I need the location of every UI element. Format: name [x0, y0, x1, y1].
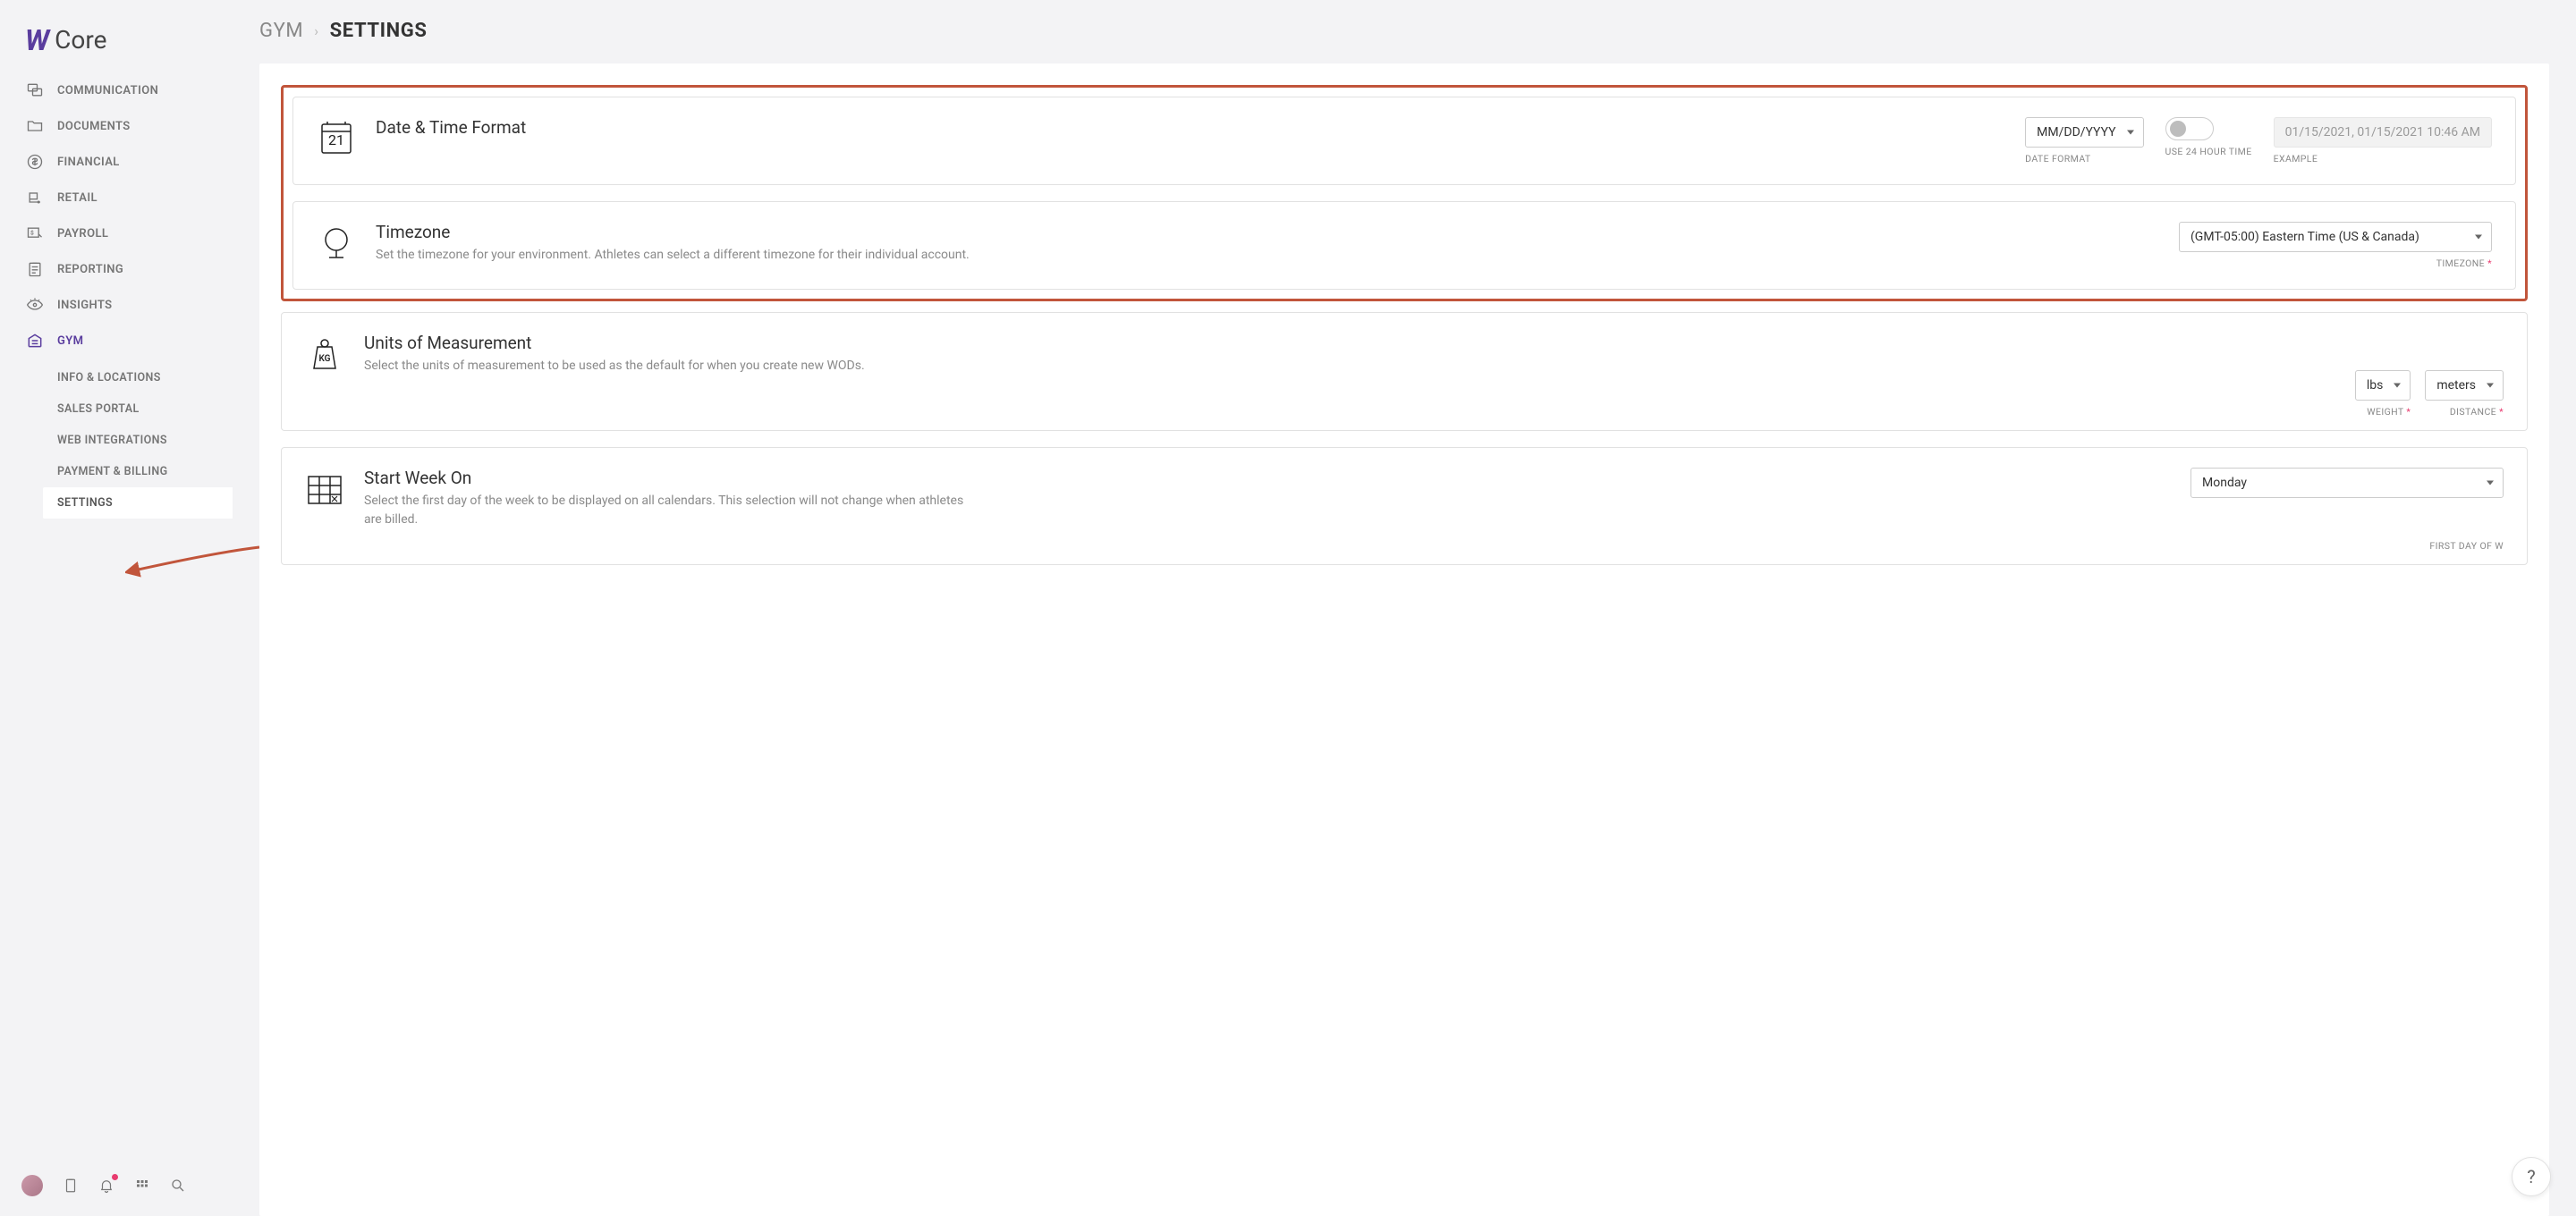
clipboard-icon [25, 260, 45, 278]
calendar-grid-icon [305, 468, 344, 509]
example-readonly: 01/15/2021, 01/15/2021 10:46 AM [2274, 117, 2492, 148]
sidebar: W Core COMMUNICATION DOCUMENTS FINANCI [0, 0, 233, 1216]
nav-item-payroll[interactable]: $ PAYROLL [0, 215, 233, 251]
nav-item-retail[interactable]: RETAIL [0, 180, 233, 215]
nav-item-reporting[interactable]: REPORTING [0, 251, 233, 287]
clipboard-icon[interactable] [63, 1178, 79, 1194]
date-format-label: DATE FORMAT [2025, 153, 2143, 165]
date-format-select[interactable]: MM/DD/YYYY [2025, 117, 2143, 148]
nav-item-insights[interactable]: INSIGHTS [0, 287, 233, 323]
subnav-item-settings[interactable]: SETTINGS [43, 487, 233, 519]
nav-item-label: FINANCIAL [57, 156, 120, 169]
nav-item-communication[interactable]: COMMUNICATION [0, 72, 233, 108]
breadcrumb: GYM › SETTINGS [259, 20, 2549, 42]
card-units: KG Units of Measurement Select the units… [281, 312, 2528, 431]
subnav-item-payment-billing[interactable]: PAYMENT & BILLING [0, 456, 233, 487]
logo-mark-icon: W [25, 26, 49, 55]
example-label: EXAMPLE [2274, 153, 2492, 165]
payroll-icon: $ [25, 224, 45, 242]
help-button[interactable]: ? [2512, 1157, 2551, 1196]
breadcrumb-parent[interactable]: GYM [259, 20, 303, 42]
use-24h-label: USE 24 HOUR TIME [2165, 146, 2252, 157]
card-title: Units of Measurement [364, 333, 2504, 353]
nav-item-documents[interactable]: DOCUMENTS [0, 108, 233, 144]
highlight-annotation: 21 Date & Time Format MM/DD/YYYY DATE FO… [281, 85, 2528, 301]
content-area: 21 Date & Time Format MM/DD/YYYY DATE FO… [259, 63, 2549, 1216]
breadcrumb-current: SETTINGS [330, 20, 428, 42]
card-title: Start Week On [364, 468, 2171, 488]
nav-item-financial[interactable]: FINANCIAL [0, 144, 233, 180]
card-desc: Select the first day of the week to be d… [364, 492, 972, 528]
nav-item-label: GYM [57, 334, 83, 348]
card-timezone: Timezone Set the timezone for your envir… [292, 201, 2516, 290]
start-week-label: FIRST DAY OF W [2429, 540, 2504, 552]
nav-item-label: RETAIL [57, 191, 97, 205]
use-24h-toggle[interactable] [2165, 117, 2214, 140]
eye-icon [25, 296, 45, 314]
weight-select[interactable]: lbs [2355, 370, 2411, 401]
main: GYM › SETTINGS 21 [233, 0, 2576, 1216]
subnav: INFO & LOCATIONS SALES PORTAL WEB INTEGR… [0, 362, 233, 519]
bell-icon[interactable] [98, 1178, 114, 1194]
chat-icon [25, 81, 45, 99]
nav-item-label: COMMUNICATION [57, 84, 158, 97]
nav-item-label: PAYROLL [57, 227, 108, 241]
nav-item-label: DOCUMENTS [57, 120, 131, 133]
calendar-day-icon: 21 [317, 117, 356, 158]
distance-select[interactable]: meters [2425, 370, 2504, 401]
start-week-select[interactable]: Monday [2190, 468, 2504, 498]
card-title: Timezone [376, 222, 2159, 242]
svg-text:$: $ [30, 230, 34, 237]
bottom-bar [21, 1175, 186, 1196]
card-title: Date & Time Format [376, 117, 2005, 138]
subnav-item-info-locations[interactable]: INFO & LOCATIONS [0, 362, 233, 393]
card-desc: Select the units of measurement to be us… [364, 357, 972, 375]
weight-label: WEIGHT * [2355, 406, 2411, 418]
nav-item-gym[interactable]: GYM [0, 323, 233, 359]
globe-stand-icon [317, 222, 356, 263]
card-start-week: Start Week On Select the first day of th… [281, 447, 2528, 565]
main-nav: COMMUNICATION DOCUMENTS FINANCIAL RETAIL [0, 72, 233, 362]
nav-item-label: REPORTING [57, 263, 123, 276]
subnav-item-web-integrations[interactable]: WEB INTEGRATIONS [0, 425, 233, 456]
distance-label: DISTANCE * [2425, 406, 2504, 418]
weight-kg-icon: KG [305, 333, 344, 374]
card-datetime-format: 21 Date & Time Format MM/DD/YYYY DATE FO… [292, 97, 2516, 185]
avatar[interactable] [21, 1175, 43, 1196]
dollar-icon [25, 153, 45, 171]
logo: W Core [0, 0, 233, 72]
subnav-item-sales-portal[interactable]: SALES PORTAL [0, 393, 233, 425]
folder-icon [25, 117, 45, 135]
cart-icon [25, 189, 45, 207]
logo-text: Core [55, 25, 106, 55]
timezone-select[interactable]: (GMT-05:00) Eastern Time (US & Canada) [2179, 222, 2492, 252]
nav-item-label: INSIGHTS [57, 299, 113, 312]
search-icon[interactable] [170, 1178, 186, 1194]
card-desc: Set the timezone for your environment. A… [376, 246, 984, 264]
apps-grid-icon[interactable] [134, 1178, 150, 1194]
chevron-right-icon: › [314, 22, 318, 39]
building-icon [25, 332, 45, 350]
timezone-label: TIMEZONE * [2179, 258, 2492, 269]
